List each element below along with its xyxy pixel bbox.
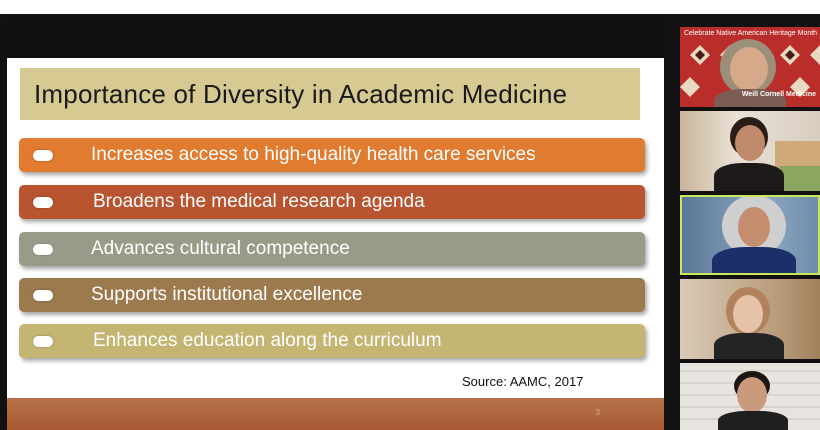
bullet-bar-3: Advances cultural competence <box>19 232 645 266</box>
wcm-logo: Weill Cornell Medicine <box>741 91 816 98</box>
slide-footer-band: 3 <box>7 398 664 430</box>
bullet-pill-icon <box>33 335 53 347</box>
participant-tile-1[interactable]: Celebrate Native American Heritage Month… <box>680 27 820 107</box>
participant-tile-4[interactable] <box>680 279 820 359</box>
slide-title: Importance of Diversity in Academic Medi… <box>34 78 568 109</box>
bullet-bar-4: Supports institutional excellence <box>19 278 645 312</box>
participant-tile-2[interactable] <box>680 111 820 191</box>
shared-slide: Importance of Diversity in Academic Medi… <box>7 22 664 430</box>
bullet-text: Advances cultural competence <box>91 238 350 259</box>
bullet-text: Supports institutional excellence <box>91 284 363 305</box>
top-margin <box>0 0 820 14</box>
bullet-pill-icon <box>33 149 53 161</box>
slide-top-band <box>7 22 664 58</box>
bullet-bar-5: Enhances education along the curriculum <box>19 324 645 358</box>
bullet-bar-1: Increases access to high-quality health … <box>19 138 645 172</box>
slide-title-box: Importance of Diversity in Academic Medi… <box>20 68 640 120</box>
bullet-pill-icon <box>33 243 53 255</box>
bullet-pill-icon <box>33 289 53 301</box>
participant-tile-5[interactable] <box>680 363 820 430</box>
slide-page-number: 3 <box>595 408 600 417</box>
participant-tile-3-active-speaker[interactable] <box>680 195 820 275</box>
heritage-banner: Celebrate Native American Heritage Month <box>684 30 818 37</box>
bullet-text: Increases access to high-quality health … <box>91 144 536 165</box>
bullet-pill-icon <box>33 196 53 208</box>
bullet-text: Broadens the medical research agenda <box>93 191 425 212</box>
bullet-bar-2: Broadens the medical research agenda <box>19 185 645 219</box>
source-citation: Source: AAMC, 2017 <box>462 374 584 389</box>
bullet-text: Enhances education along the curriculum <box>93 330 442 351</box>
